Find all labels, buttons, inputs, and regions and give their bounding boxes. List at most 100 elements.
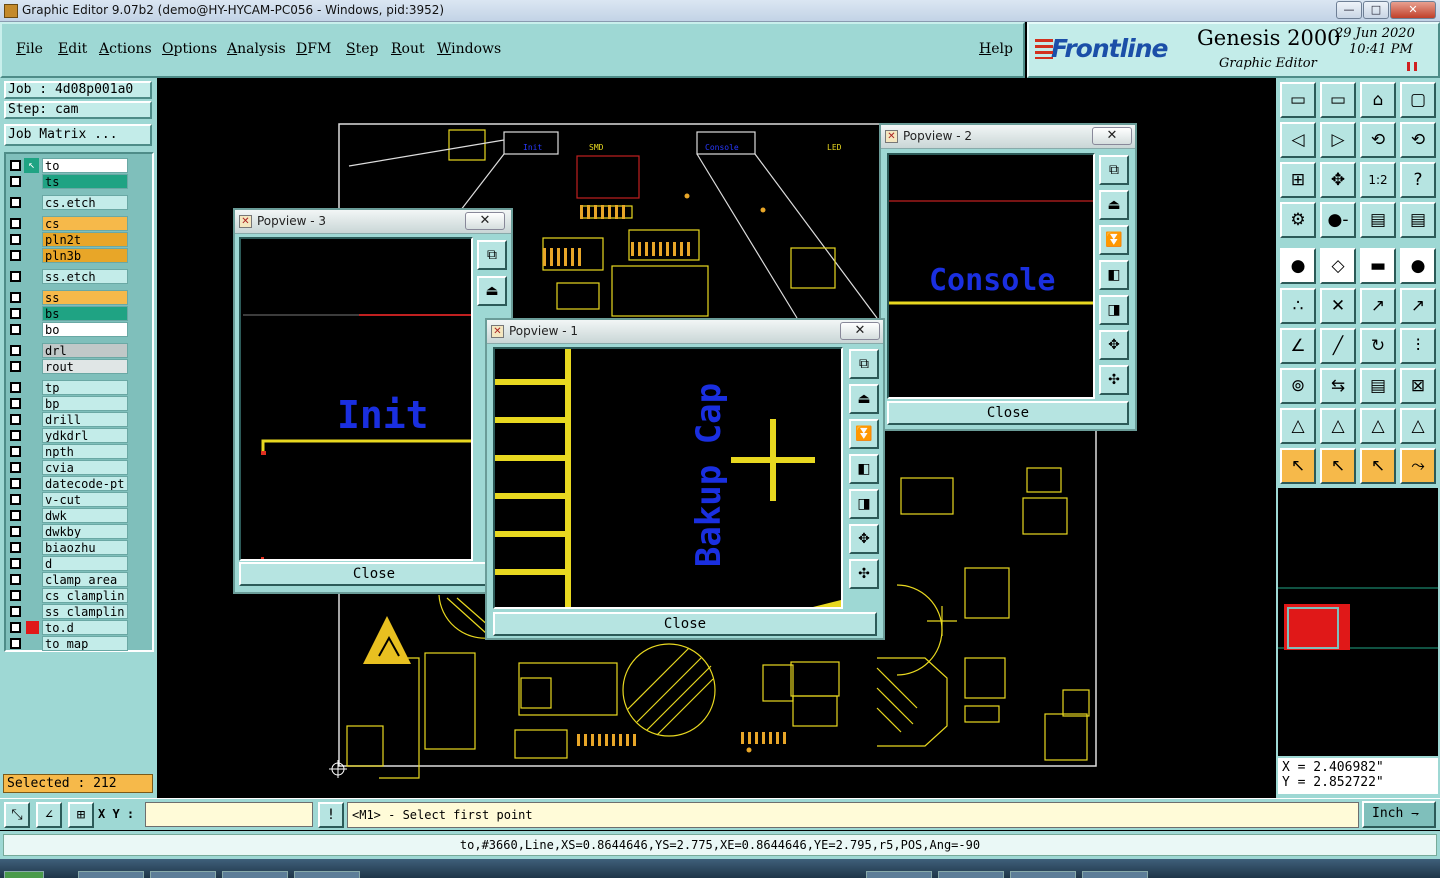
layer-row[interactable]: ydkdrl [8, 428, 130, 443]
layer-checkbox[interactable] [10, 446, 21, 457]
select-net-icon[interactable]: ⤳ [1400, 448, 1436, 484]
snap-icon[interactable]: ⚙ [1280, 202, 1316, 238]
layer-row[interactable]: bs [8, 306, 130, 321]
circle-icon[interactable]: ● [1400, 248, 1436, 284]
pause-icon[interactable] [1407, 62, 1417, 71]
add-line-icon[interactable]: ↗ [1360, 288, 1396, 324]
layer-name[interactable]: pln3b [42, 248, 128, 263]
layer-row[interactable]: npth [8, 444, 130, 459]
layer-row[interactable]: cs [8, 216, 130, 231]
measure-grid-icon[interactable]: ▤ [1360, 368, 1396, 404]
layer-name[interactable]: bp [42, 396, 128, 411]
layer-name[interactable]: rout [42, 359, 128, 374]
triangle-lock-icon[interactable]: △ [1360, 408, 1396, 444]
mirror-icon[interactable]: ⇆ [1320, 368, 1356, 404]
popview-2-close-x[interactable]: ✕ [1092, 127, 1132, 145]
layer-checkbox[interactable] [10, 510, 21, 521]
layer-checkbox[interactable] [10, 574, 21, 585]
popview-2-view[interactable]: Console [887, 153, 1095, 399]
layer-row[interactable]: dwkby [8, 524, 130, 539]
taskbar-item[interactable] [1010, 871, 1076, 878]
layer-name[interactable]: cs.etch [42, 195, 128, 210]
layer-row[interactable]: bo [8, 322, 130, 337]
menu-file[interactable]: File [16, 41, 43, 57]
layer-row[interactable]: v-cut [8, 492, 130, 507]
xy-input[interactable] [145, 802, 313, 827]
layer-checkbox[interactable] [10, 361, 21, 372]
fit-icon[interactable]: ⟲ [1400, 122, 1436, 158]
layer-checkbox[interactable] [10, 638, 21, 649]
layer-name[interactable]: to_map [42, 636, 128, 651]
layer-name[interactable]: ydkdrl [42, 428, 128, 443]
popview-1-close-x[interactable]: ✕ [840, 322, 880, 340]
layer-checkbox[interactable] [10, 478, 21, 489]
layer-row[interactable]: to_map [8, 636, 130, 651]
line-icon[interactable]: ╱ [1320, 328, 1356, 364]
help-icon[interactable]: ? [1400, 162, 1436, 198]
traffic-icon[interactable]: ▤ [1400, 202, 1436, 238]
layer-row[interactable]: rout [8, 359, 130, 374]
zoom-area-icon[interactable]: ⤡ [4, 802, 30, 828]
popview-3-view[interactable]: Init [239, 237, 473, 561]
layer-name[interactable]: bs [42, 306, 128, 321]
unit-select[interactable]: Inch ⇁ [1362, 801, 1436, 828]
layer-row[interactable]: datecode-pt [8, 476, 130, 491]
scale-1-2-icon[interactable]: 1:2 [1360, 162, 1396, 198]
grid-snap-icon[interactable]: ⊞ [68, 802, 94, 828]
layer-checkbox[interactable] [10, 218, 21, 229]
minimize-button[interactable]: — [1336, 1, 1362, 19]
layer-name[interactable]: ss.etch [42, 269, 128, 284]
layer-row[interactable]: ↖ to [8, 158, 130, 173]
menu-actions[interactable]: Actions [99, 41, 152, 57]
layer-row[interactable]: ss [8, 290, 130, 305]
layer-row[interactable]: d [8, 556, 130, 571]
shape-icon[interactable]: ◇ [1320, 248, 1356, 284]
layer-checkbox[interactable] [10, 542, 21, 553]
menu-rout[interactable]: Rout [391, 41, 425, 57]
arc-icon[interactable]: ↗ [1400, 288, 1436, 324]
layer-row[interactable]: pln3b [8, 248, 130, 263]
layer-row[interactable]: cvia [8, 460, 130, 475]
layer-row[interactable]: dwk [8, 508, 130, 523]
popview-1-fit-icon[interactable]: ✥ [849, 524, 879, 554]
layer-checkbox[interactable] [10, 234, 21, 245]
layer-row[interactable]: tp [8, 380, 130, 395]
layer-checkbox[interactable] [10, 398, 21, 409]
layer-checkbox[interactable] [10, 414, 21, 425]
layer-name[interactable]: to [42, 158, 128, 173]
taskbar-item[interactable] [150, 871, 216, 878]
popview-1-close-button[interactable]: Close [493, 612, 877, 636]
layer-checkbox[interactable] [10, 622, 21, 633]
triangle-edit-icon[interactable]: △ [1400, 408, 1436, 444]
layer-name[interactable]: to.d [42, 620, 128, 635]
layer-name[interactable]: cs [42, 216, 128, 231]
taskbar-item[interactable] [222, 871, 288, 878]
popview-3-close-x[interactable]: ✕ [465, 212, 505, 230]
layer-name[interactable]: cs_clamplin [42, 588, 128, 603]
layer-name[interactable]: npth [42, 444, 128, 459]
layers-icon[interactable]: ▤ [1360, 202, 1396, 238]
layer-checkbox[interactable] [10, 324, 21, 335]
triangle-icon[interactable]: △ [1280, 408, 1316, 444]
popview-1-left-icon[interactable]: ◧ [849, 454, 879, 484]
mini-map[interactable] [1278, 488, 1438, 756]
layer-row[interactable]: biaozhu [8, 540, 130, 555]
zoom-out-icon[interactable]: ▭ [1320, 82, 1356, 118]
pan-left-icon[interactable]: ◁ [1280, 122, 1316, 158]
layer-name[interactable]: dwk [42, 508, 128, 523]
layer-row[interactable]: ss.etch [8, 269, 130, 284]
layer-checkbox[interactable] [10, 494, 21, 505]
layer-name[interactable]: cvia [42, 460, 128, 475]
popview-1-down-icon[interactable]: ⏬ [849, 419, 879, 449]
popview-1-right-icon[interactable]: ◨ [849, 489, 879, 519]
layer-name[interactable]: ts [42, 174, 128, 189]
layer-checkbox[interactable] [10, 558, 21, 569]
popview-2-close-button[interactable]: Close [887, 401, 1129, 425]
layer-row[interactable]: clamp_area [8, 572, 130, 587]
home-icon[interactable]: ⌂ [1360, 82, 1396, 118]
layer-checkbox[interactable] [10, 526, 21, 537]
menu-dfm[interactable]: DFM [296, 41, 331, 57]
work-layer-icon[interactable]: ↖ [24, 158, 39, 173]
layer-row[interactable]: bp [8, 396, 130, 411]
menu-step[interactable]: Step [346, 41, 378, 57]
